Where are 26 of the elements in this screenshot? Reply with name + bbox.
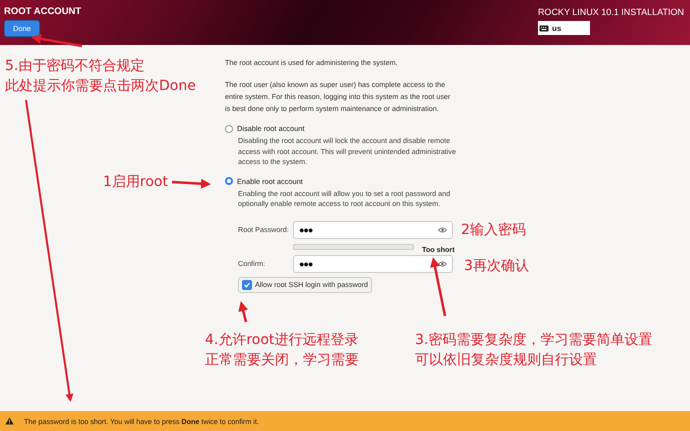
annotation-text: 1启用root xyxy=(103,173,168,192)
annotation-text: 可以依旧复杂度规则自行设置 xyxy=(415,351,597,370)
annotation-text: 正常需要关闭，学习需要 xyxy=(205,351,359,370)
password-field[interactable]: ●●● xyxy=(293,220,453,238)
annotation-text: 5.由于密码不符合规定 xyxy=(5,57,144,76)
show-password-icon[interactable] xyxy=(438,226,447,232)
confirm-password-field[interactable]: ●●● xyxy=(293,254,453,272)
keyboard-layout-field[interactable]: us xyxy=(538,21,590,35)
annotation-text: 此处提示你需要点击两次Done xyxy=(5,77,196,96)
radio-button[interactable] xyxy=(225,177,233,185)
screen-title: ROOT ACCOUNT xyxy=(4,6,82,17)
keyboard-icon xyxy=(538,24,549,32)
annotation-arrow xyxy=(238,301,248,322)
annotation-text: 2输入密码 xyxy=(461,221,526,240)
annotation-arrow xyxy=(172,178,211,189)
product-title: ROCKY LINUX 10.1 INSTALLATION xyxy=(538,7,684,17)
radio-button[interactable] xyxy=(225,124,233,132)
annotation-arrow xyxy=(430,257,446,316)
keyboard-layout-value: us xyxy=(552,24,562,32)
warning-icon xyxy=(5,417,14,425)
annotation-text: 3再次确认 xyxy=(464,257,529,276)
annotation-text: 4.允许root进行远程登录 xyxy=(205,331,358,350)
annotation-arrow xyxy=(31,34,82,48)
show-password-icon[interactable] xyxy=(438,260,447,266)
annotation-text: 3.密码需要复杂度，学习需要简单设置 xyxy=(415,331,652,350)
checkbox[interactable] xyxy=(242,280,252,290)
